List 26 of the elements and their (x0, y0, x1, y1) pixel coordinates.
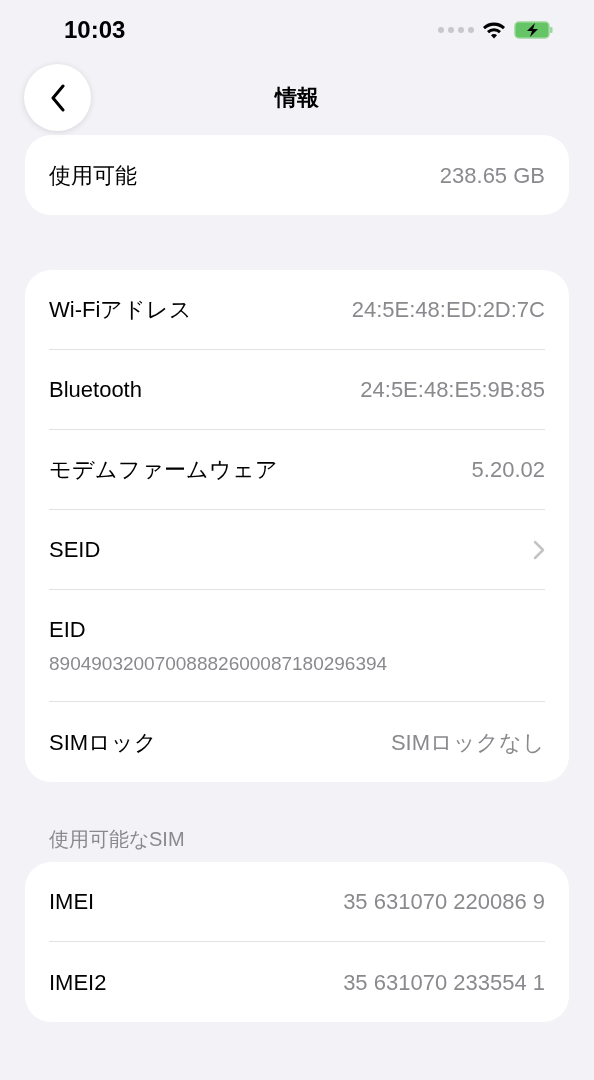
row-label: IMEI (49, 888, 95, 916)
page-title: 情報 (275, 84, 319, 112)
status-time: 10:03 (64, 15, 126, 45)
row-value: 89049032007008882600087180296394 (49, 651, 389, 676)
back-chevron-icon (49, 83, 66, 112)
settings-row[interactable]: SEID (49, 510, 545, 590)
row-value: 35 631070 233554 1 (343, 968, 545, 997)
signal-dots-icon (438, 27, 474, 33)
row-label: Bluetooth (49, 376, 142, 404)
row-label: モデムファームウェア (49, 456, 278, 484)
row-value: 238.65 GB (439, 161, 545, 190)
row-value: 5.20.02 (471, 456, 545, 484)
section-header: 使用可能なSIM (48, 827, 186, 852)
row-label: 使用可能 (49, 161, 137, 190)
battery-charging-icon (514, 20, 554, 40)
back-button[interactable] (24, 64, 91, 131)
row-label: SIMロック (49, 728, 158, 757)
row-value: 24:5E:48:E5:9B:85 (360, 376, 545, 404)
row-label: IMEI2 (49, 968, 107, 997)
row-label: EID (49, 615, 87, 644)
row-label: Wi-Fiアドレス (49, 296, 193, 324)
wifi-icon (482, 21, 506, 39)
row-value: 24:5E:48:ED:2D:7C (351, 296, 545, 324)
chevron-right-icon (533, 539, 545, 560)
row-value: SIMロックなし (390, 728, 545, 757)
row-value: 35 631070 220086 9 (343, 888, 545, 916)
